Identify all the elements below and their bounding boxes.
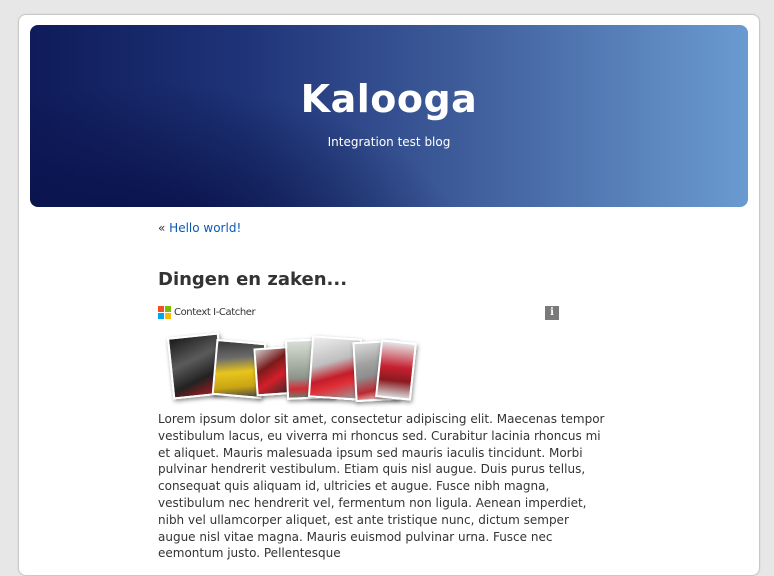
blog-header: Kalooga Integration test blog (30, 25, 748, 207)
car-photo-7[interactable] (375, 339, 417, 401)
widget-label[interactable]: Context I-Catcher (174, 307, 256, 318)
logo-square-yellow (165, 312, 171, 319)
logo-square-blue (158, 312, 164, 319)
post-content: « Hello world! Dingen en zaken... Contex… (158, 220, 610, 562)
nav-prefix: « (158, 221, 166, 235)
blog-description: Integration test blog (327, 135, 451, 149)
logo-square-red (158, 305, 164, 312)
blog-title[interactable]: Kalooga (30, 77, 748, 121)
logo-square-green (165, 305, 171, 312)
post-body: Lorem ipsum dolor sit amet, consectetur … (158, 412, 605, 561)
kalooga-logo-icon (158, 305, 171, 319)
info-icon[interactable]: i (545, 306, 559, 320)
prev-post-link[interactable]: Hello world! (169, 221, 241, 235)
icatcher-widget: Context I-Catcher i (158, 303, 560, 411)
post-title: Dingen en zaken... (158, 269, 348, 290)
widget-header: Context I-Catcher (158, 305, 256, 319)
post-navigation: « Hello world! (158, 220, 610, 236)
